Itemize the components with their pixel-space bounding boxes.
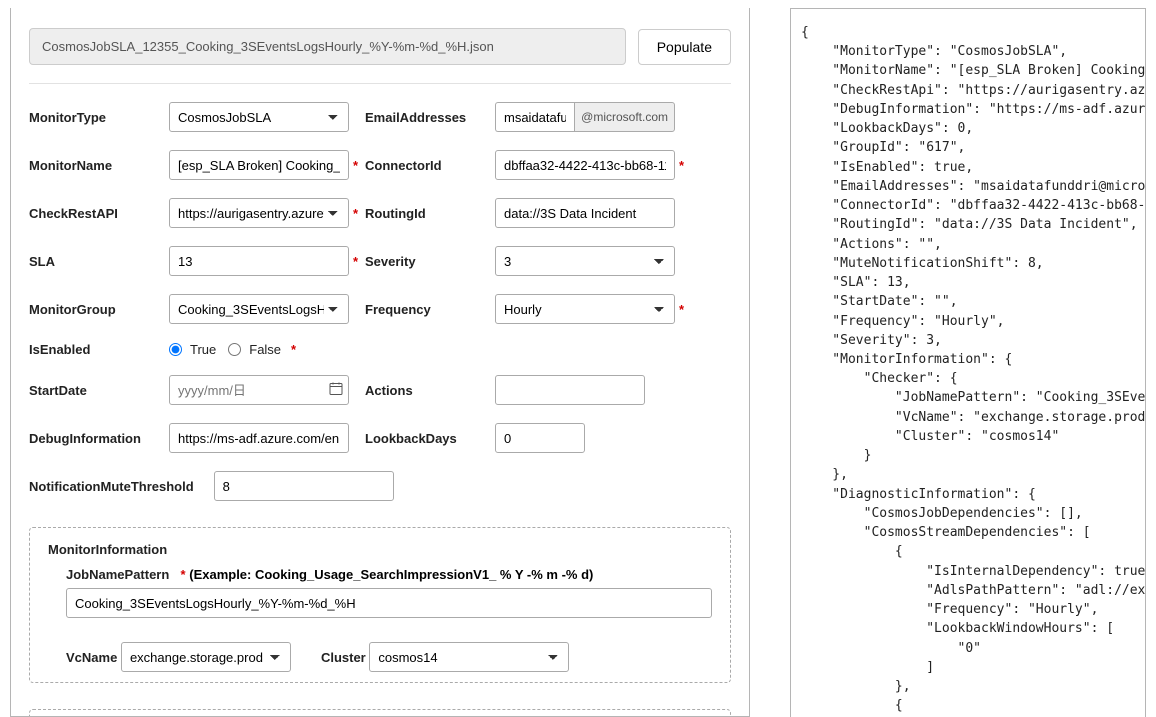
mutethreshold-input[interactable] bbox=[214, 471, 394, 501]
label-startdate: StartDate bbox=[29, 383, 169, 398]
label-lookbackdays: LookbackDays bbox=[365, 431, 495, 446]
label-severity: Severity bbox=[365, 254, 495, 269]
monitortype-select[interactable]: CosmosJobSLA bbox=[169, 102, 349, 132]
startdate-input[interactable] bbox=[169, 375, 349, 405]
required-marker: * bbox=[349, 158, 365, 173]
vcname-select[interactable]: exchange.storage.prod bbox=[121, 642, 291, 672]
cluster-select[interactable]: cosmos14 bbox=[369, 642, 569, 672]
label-mutethreshold: NotificationMuteThreshold bbox=[29, 479, 202, 494]
isenabled-false-radio[interactable] bbox=[228, 343, 241, 356]
required-marker: * bbox=[675, 158, 687, 173]
required-marker: * bbox=[349, 254, 365, 269]
form-grid: MonitorType CosmosJobSLA EmailAddresses … bbox=[29, 102, 731, 453]
lookbackdays-input[interactable] bbox=[495, 423, 585, 453]
isenabled-true-label: True bbox=[190, 342, 216, 357]
connectorid-input[interactable] bbox=[495, 150, 675, 180]
label-monitorgroup: MonitorGroup bbox=[29, 302, 169, 317]
routingid-input[interactable] bbox=[495, 198, 675, 228]
label-connectorid: ConnectorId bbox=[365, 158, 495, 173]
monitorinfo-title: MonitorInformation bbox=[48, 542, 712, 557]
json-preview-panel: { "MonitorType": "CosmosJobSLA", "Monito… bbox=[790, 8, 1146, 717]
populate-button[interactable]: Populate bbox=[638, 29, 731, 65]
required-marker: * bbox=[287, 342, 296, 357]
label-frequency: Frequency bbox=[365, 302, 495, 317]
label-checkrestapi: CheckRestAPI bbox=[29, 206, 169, 221]
form-panel: CosmosJobSLA_12355_Cooking_3SEventsLogsH… bbox=[10, 8, 750, 717]
required-marker: * bbox=[349, 206, 365, 221]
isenabled-true-radio[interactable] bbox=[169, 343, 182, 356]
label-sla: SLA bbox=[29, 254, 169, 269]
label-routingid: RoutingId bbox=[365, 206, 495, 221]
monitorinfo-fieldset: MonitorInformation JobNamePattern * (Exa… bbox=[29, 527, 731, 683]
frequency-select[interactable]: Hourly bbox=[495, 294, 675, 324]
label-actions: Actions bbox=[365, 383, 495, 398]
debuginfo-input[interactable] bbox=[169, 423, 349, 453]
jobnamepattern-input[interactable] bbox=[66, 588, 712, 618]
label-debuginfo: DebugInformation bbox=[29, 431, 169, 446]
filename-display: CosmosJobSLA_12355_Cooking_3SEventsLogsH… bbox=[29, 28, 626, 65]
monitorgroup-select[interactable]: Cooking_3SEventsLogsHourly bbox=[169, 294, 349, 324]
actions-input[interactable] bbox=[495, 375, 645, 405]
diaginfo-fieldset: DiagnosticInformation bbox=[29, 709, 731, 717]
isenabled-radio-group: True False * bbox=[169, 342, 349, 357]
emailaddresses-input[interactable] bbox=[495, 102, 574, 132]
label-isenabled: IsEnabled bbox=[29, 342, 169, 357]
label-monitortype: MonitorType bbox=[29, 110, 169, 125]
label-monitorname: MonitorName bbox=[29, 158, 169, 173]
email-domain: @microsoft.com bbox=[574, 102, 675, 132]
checkrestapi-select[interactable]: https://aurigasentry.azurewebsites.net bbox=[169, 198, 349, 228]
file-row: CosmosJobSLA_12355_Cooking_3SEventsLogsH… bbox=[29, 28, 731, 84]
jobnamepattern-hint: (Example: Cooking_Usage_SearchImpression… bbox=[189, 567, 593, 582]
label-jobnamepattern: JobNamePattern bbox=[66, 567, 169, 582]
required-marker: * bbox=[675, 302, 687, 317]
label-cluster: Cluster bbox=[321, 650, 366, 665]
required-marker: * bbox=[177, 567, 186, 582]
label-emailaddresses: EmailAddresses bbox=[365, 110, 495, 125]
label-vcname: VcName bbox=[66, 650, 117, 665]
monitorname-input[interactable] bbox=[169, 150, 349, 180]
sla-input[interactable] bbox=[169, 246, 349, 276]
severity-select[interactable]: 3 bbox=[495, 246, 675, 276]
isenabled-false-label: False bbox=[249, 342, 281, 357]
